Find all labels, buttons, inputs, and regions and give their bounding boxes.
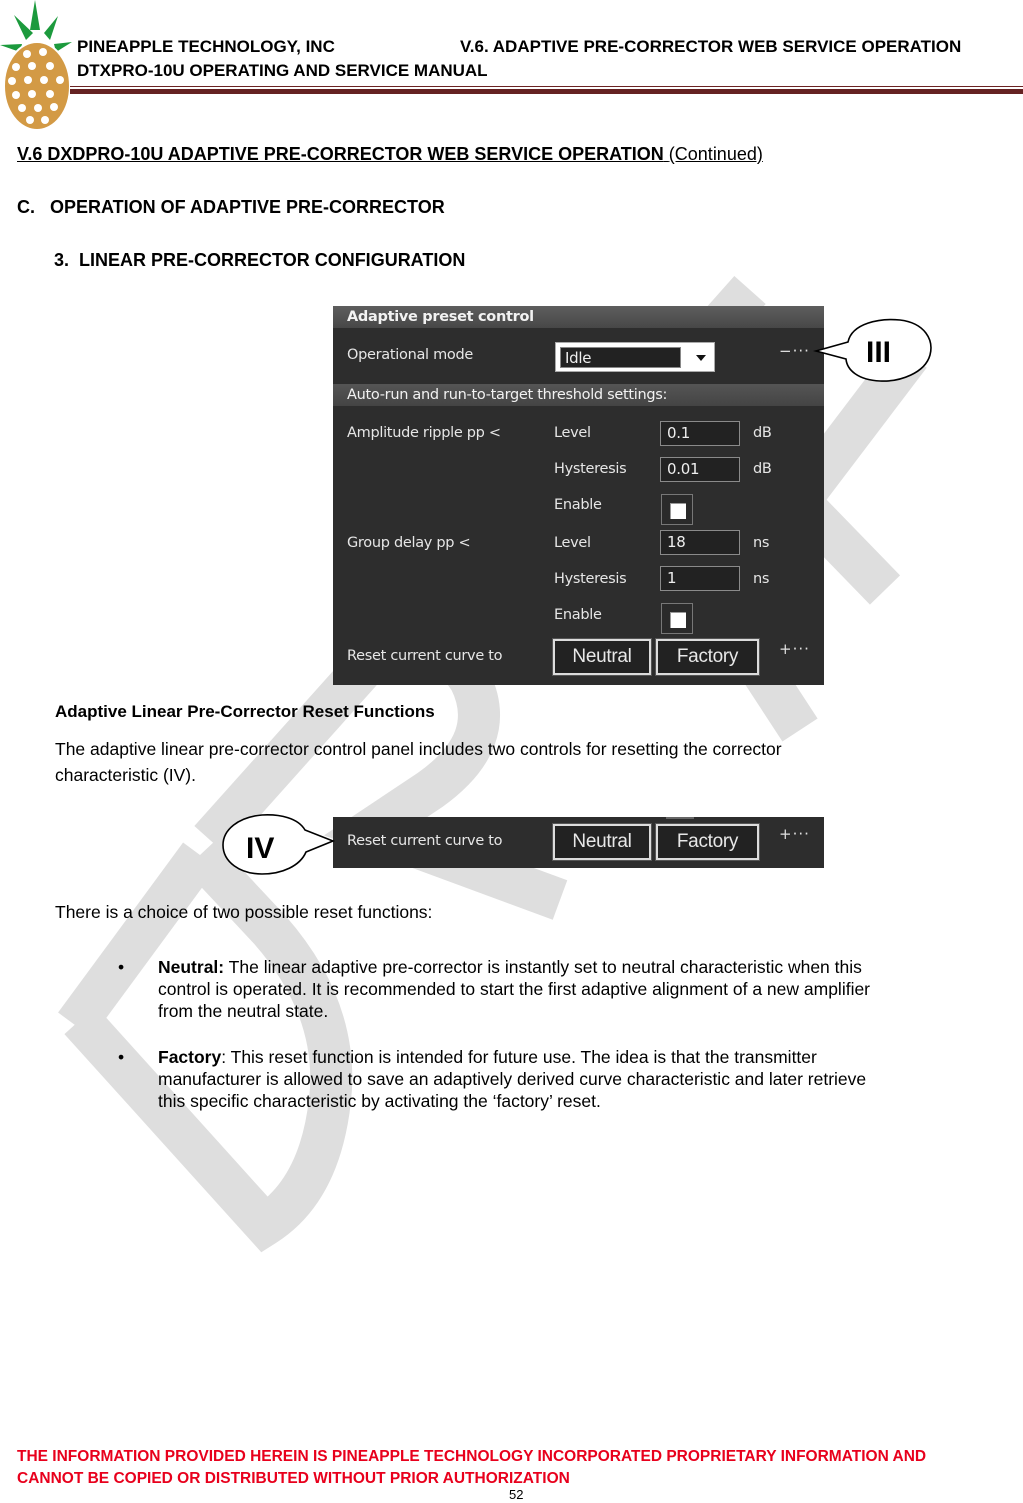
chevron-down-icon	[696, 355, 706, 361]
section-title-text: V.6 DXDPRO-10U ADAPTIVE PRE-CORRECTOR WE…	[17, 144, 664, 164]
bullet-text: control is operated. It is recommended t…	[158, 979, 871, 999]
bullet-text: manufacturer is allowed to save an adapt…	[158, 1069, 867, 1089]
callout-iii-label: III	[866, 336, 892, 369]
amplitude-enable-checkbox[interactable]	[661, 494, 693, 525]
pineapple-logo	[0, 0, 72, 131]
adaptive-preset-panel: Adaptive preset control Operational mode…	[333, 306, 824, 685]
footer-line-1: THE INFORMATION PROVIDED HEREIN IS PINEA…	[17, 1448, 927, 1465]
amplitude-hysteresis-unit: dB	[753, 461, 772, 477]
reset-curve-label-strip: Reset current curve to	[347, 833, 503, 849]
section-title: V.6 DXDPRO-10U ADAPTIVE PRE-CORRECTOR WE…	[17, 144, 763, 165]
bullet-term: Neutral:	[158, 957, 225, 977]
group-delay-hysteresis-label: Hysteresis	[554, 571, 627, 587]
group-delay-enable-label: Enable	[554, 607, 602, 623]
operational-mode-label: Operational mode	[347, 347, 474, 363]
reset-strip-panel: Reset current curve to Neutral Factory +…	[333, 817, 824, 868]
amplitude-level-unit: dB	[753, 425, 772, 441]
intro-paragraph: The adaptive linear pre-corrector contro…	[55, 736, 782, 788]
bullet-factory: • Factory: This reset function is intend…	[118, 1046, 1018, 1112]
section-continued: (Continued)	[668, 144, 763, 164]
group-delay-level-label: Level	[554, 535, 591, 551]
amplitude-ripple-label: Amplitude ripple pp <	[347, 425, 501, 441]
bullet-text: The linear adaptive pre-corrector is ins…	[224, 957, 862, 977]
reset-functions-caption: Adaptive Linear Pre-Corrector Reset Func…	[55, 702, 435, 721]
amplitude-hysteresis-label: Hysteresis	[554, 461, 627, 477]
expand-indicator-strip[interactable]: +···	[779, 825, 810, 843]
bullet-neutral: • Neutral: The linear adaptive pre-corre…	[118, 956, 1018, 1022]
group-delay-hysteresis-input[interactable]: 1	[660, 566, 740, 591]
item-heading: 3. LINEAR PRE-CORRECTOR CONFIGURATION	[54, 250, 466, 270]
callout-iv-bubble	[222, 814, 336, 875]
group-delay-level-input[interactable]: 18	[660, 530, 740, 555]
strip-edge	[666, 817, 694, 819]
choice-text: There is a choice of two possible reset …	[55, 902, 433, 922]
header-chapter: V.6. ADAPTIVE PRE-CORRECTOR WEB SERVICE …	[460, 37, 962, 56]
header-rule	[70, 86, 1023, 87]
amplitude-hysteresis-input[interactable]: 0.01	[660, 457, 740, 482]
neutral-button[interactable]: Neutral	[552, 638, 652, 676]
group-delay-enable-checkbox[interactable]	[661, 603, 693, 634]
amplitude-enable-label: Enable	[554, 497, 602, 513]
factory-button[interactable]: Factory	[655, 638, 760, 676]
intro-line-1: The adaptive linear pre-corrector contro…	[55, 739, 782, 759]
bullet-term: Factory	[158, 1047, 222, 1067]
operational-mode-select[interactable]: Idle	[555, 342, 715, 372]
header-company: PINEAPPLE TECHNOLOGY, INC	[77, 37, 335, 56]
bullet-text: : This reset function is intended for fu…	[221, 1047, 817, 1067]
bullet-text: from the neutral state.	[158, 1001, 329, 1021]
group-delay-hysteresis-unit: ns	[753, 571, 770, 587]
factory-button-strip[interactable]: Factory	[655, 823, 760, 861]
footer-line-2: CANNOT BE COPIED OR DISTRIBUTED WITHOUT …	[17, 1470, 570, 1487]
expand-indicator[interactable]: +···	[779, 640, 810, 658]
intro-line-2: characteristic (IV).	[55, 765, 196, 785]
panel-title: Adaptive preset control	[333, 306, 824, 328]
footer-notice: THE INFORMATION PROVIDED HEREIN IS PINEA…	[17, 1446, 926, 1490]
group-delay-level-unit: ns	[753, 535, 770, 551]
bullet-dot-icon: •	[118, 957, 125, 977]
header-manual: DTXPRO-10U OPERATING AND SERVICE MANUAL	[77, 61, 488, 80]
group-delay-label: Group delay pp <	[347, 535, 471, 551]
page-number: 52	[509, 1487, 524, 1502]
callout-iv-label: IV	[246, 832, 275, 865]
neutral-button-strip[interactable]: Neutral	[552, 823, 652, 861]
bullet-text: this specific characteristic by activati…	[158, 1091, 601, 1111]
amplitude-level-input[interactable]: 0.1	[660, 421, 740, 446]
subsection-heading: C. OPERATION OF ADAPTIVE PRE-CORRECTOR	[17, 197, 445, 217]
threshold-header: Auto-run and run-to-target threshold set…	[333, 384, 824, 406]
operational-mode-value: Idle	[560, 347, 681, 368]
bullet-dot-icon: •	[118, 1047, 125, 1067]
reset-curve-label: Reset current curve to	[347, 648, 503, 664]
header-rule-thick	[70, 89, 1023, 94]
reset-function-list: • Neutral: The linear adaptive pre-corre…	[118, 956, 1018, 1112]
amplitude-level-label: Level	[554, 425, 591, 441]
